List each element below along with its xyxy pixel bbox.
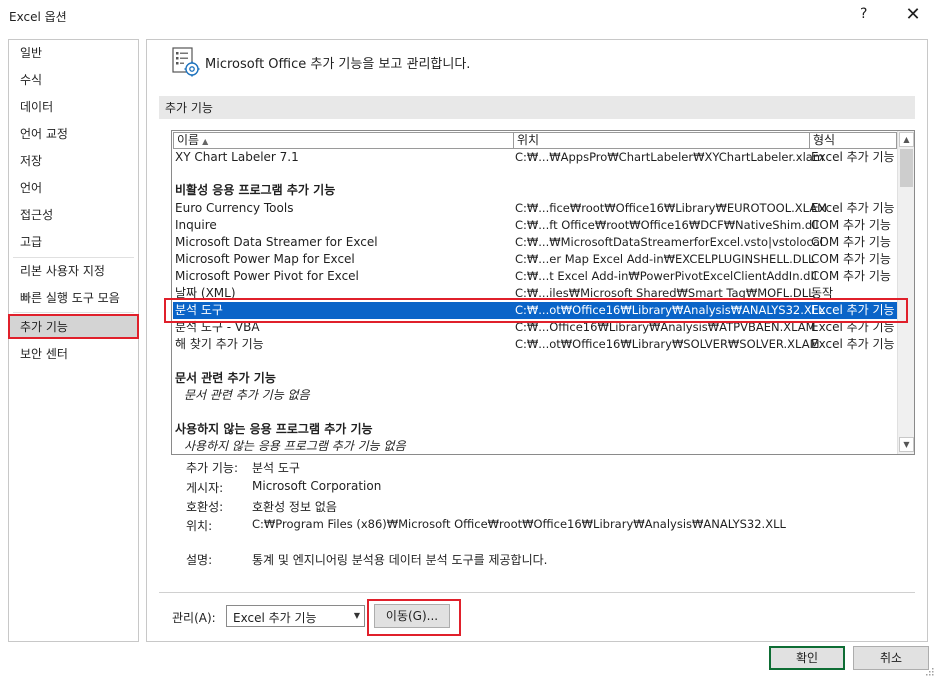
nav-item-proofing[interactable]: 언어 교정: [9, 122, 138, 146]
section-header: 추가 기능: [159, 96, 915, 119]
nav-item-trust-center[interactable]: 보안 센터: [9, 342, 138, 366]
detail-addin-label: 추가 기능:: [186, 461, 239, 475]
addin-name: Microsoft Power Map for Excel: [175, 252, 355, 266]
column-header-name-label: 이름: [177, 133, 200, 147]
addin-type: Excel 추가 기능: [811, 201, 895, 215]
column-header-location[interactable]: 위치: [513, 132, 810, 149]
ok-button[interactable]: 확인: [769, 646, 845, 670]
detail-description-label: 설명:: [186, 553, 213, 567]
scroll-thumb[interactable]: [900, 149, 913, 187]
detail-description-value: 통계 및 엔지니어링 분석용 데이터 분석 도구를 제공합니다.: [252, 553, 548, 567]
addin-name: Euro Currency Tools: [175, 201, 294, 215]
nav-divider: [13, 257, 134, 258]
help-button[interactable]: ?: [860, 6, 867, 22]
group-heading-inactive: 비활성 응용 프로그램 추가 기능: [175, 183, 336, 197]
window-title: Excel 옵션: [9, 10, 67, 24]
nav-item-language[interactable]: 언어: [9, 176, 138, 200]
table-row[interactable]: Inquire C:₩...ft Office₩root₩Office16₩DC…: [173, 217, 899, 234]
addin-location: C:₩...ft Office₩root₩Office16₩DCF₩Native…: [515, 218, 819, 232]
detail-location-value: C:₩Program Files (x86)₩Microsoft Office₩…: [252, 517, 786, 531]
scroll-down-icon[interactable]: ▼: [899, 437, 914, 452]
addins-gear-icon: [172, 47, 200, 77]
table-row[interactable]: 해 찾기 추가 기능 C:₩...ot₩Office16₩Library₩SOL…: [173, 336, 899, 353]
manage-dropdown[interactable]: Excel 추가 기능 ▼: [226, 605, 365, 627]
addin-type: COM 추가 기능: [811, 218, 891, 232]
sort-ascending-icon: ▲: [202, 137, 209, 146]
detail-publisher-value: Microsoft Corporation: [252, 479, 382, 493]
nav-highlight-outline: [8, 314, 139, 339]
nav-item-general[interactable]: 일반: [9, 41, 138, 65]
title-bar: Excel 옵션 ? ✕: [0, 0, 936, 32]
addin-type: COM 추가 기능: [811, 235, 891, 249]
addin-name: Microsoft Data Streamer for Excel: [175, 235, 378, 249]
addin-location: C:₩...₩MicrosoftDataStreamerforExcel.vst…: [515, 235, 824, 249]
list-scrollbar[interactable]: ▲ ▼: [897, 131, 914, 454]
selected-row-highlight-outline: [164, 298, 908, 323]
section-title: 추가 기능: [165, 101, 213, 115]
go-button-highlight-outline: [367, 599, 461, 636]
group-empty-document: 문서 관련 추가 기능 없음: [184, 388, 310, 402]
page-title: Microsoft Office 추가 기능을 보고 관리합니다.: [205, 57, 471, 72]
table-row[interactable]: Microsoft Data Streamer for Excel C:₩...…: [173, 234, 899, 251]
manage-label: 관리(A):: [172, 611, 216, 625]
addin-location: C:₩...fice₩root₩Office16₩Library₩EUROTOO…: [515, 201, 828, 215]
divider: [159, 592, 915, 593]
addin-type: COM 추가 기능: [811, 252, 891, 266]
detail-addin-value: 분석 도구: [252, 461, 300, 475]
addins-list[interactable]: 이름 ▲ 위치 형식 XY Chart Labeler 7.1 C:₩...₩Ap…: [171, 130, 915, 455]
nav-item-advanced[interactable]: 고급: [9, 230, 138, 254]
nav-item-quick-access[interactable]: 빠른 실행 도구 모음: [9, 286, 138, 310]
nav-item-data[interactable]: 데이터: [9, 95, 138, 119]
addin-name: XY Chart Labeler 7.1: [175, 150, 299, 164]
detail-compat-label: 호환성:: [186, 500, 224, 514]
addin-type: COM 추가 기능: [811, 269, 891, 283]
group-heading-document: 문서 관련 추가 기능: [175, 371, 276, 385]
table-row[interactable]: Microsoft Power Pivot for Excel C:₩...t …: [173, 268, 899, 285]
group-empty-disabled: 사용하지 않는 응용 프로그램 추가 기능 없음: [184, 439, 406, 453]
addin-location: C:₩...t Excel Add-in₩PowerPivotExcelClie…: [515, 269, 817, 283]
addin-type: Excel 추가 기능: [811, 150, 895, 164]
addin-location: C:₩...ot₩Office16₩Library₩SOLVER₩SOLVER.…: [515, 337, 820, 351]
chevron-down-icon: ▼: [353, 611, 360, 620]
addin-location: C:₩...er Map Excel Add-in₩EXCELPLUGINSHE…: [515, 252, 815, 266]
column-header-name[interactable]: 이름 ▲: [173, 132, 514, 149]
nav-item-formulas[interactable]: 수식: [9, 68, 138, 92]
table-row[interactable]: XY Chart Labeler 7.1 C:₩...₩AppsPro₩Char…: [173, 149, 899, 166]
group-heading-disabled: 사용하지 않는 응용 프로그램 추가 기능: [175, 422, 373, 436]
detail-publisher-label: 게시자:: [186, 481, 224, 495]
nav-item-save[interactable]: 저장: [9, 149, 138, 173]
cancel-button[interactable]: 취소: [853, 646, 929, 670]
nav-divider: [13, 312, 134, 313]
table-row[interactable]: Euro Currency Tools C:₩...fice₩root₩Offi…: [173, 200, 899, 217]
column-header-type[interactable]: 형식: [809, 132, 897, 149]
table-row[interactable]: Microsoft Power Map for Excel C:₩...er M…: [173, 251, 899, 268]
addin-name: 해 찾기 추가 기능: [175, 337, 264, 351]
scroll-up-icon[interactable]: ▲: [899, 132, 914, 147]
nav-item-customize-ribbon[interactable]: 리본 사용자 지정: [9, 259, 138, 283]
manage-dropdown-value: Excel 추가 기능: [233, 611, 317, 625]
addin-type: Excel 추가 기능: [811, 337, 895, 351]
detail-compat-value: 호환성 정보 없음: [252, 500, 337, 514]
category-nav: 일반 수식 데이터 언어 교정 저장 언어 접근성 고급 리본 사용자 지정 빠…: [8, 39, 139, 642]
nav-item-accessibility[interactable]: 접근성: [9, 203, 138, 227]
resize-grip-icon[interactable]: [924, 666, 934, 676]
close-button[interactable]: ✕: [898, 2, 928, 28]
addin-location: C:₩...₩AppsPro₩ChartLabeler₩XYChartLabel…: [515, 150, 825, 164]
addin-name: Microsoft Power Pivot for Excel: [175, 269, 359, 283]
addin-name: Inquire: [175, 218, 217, 232]
detail-location-label: 위치:: [186, 519, 213, 533]
